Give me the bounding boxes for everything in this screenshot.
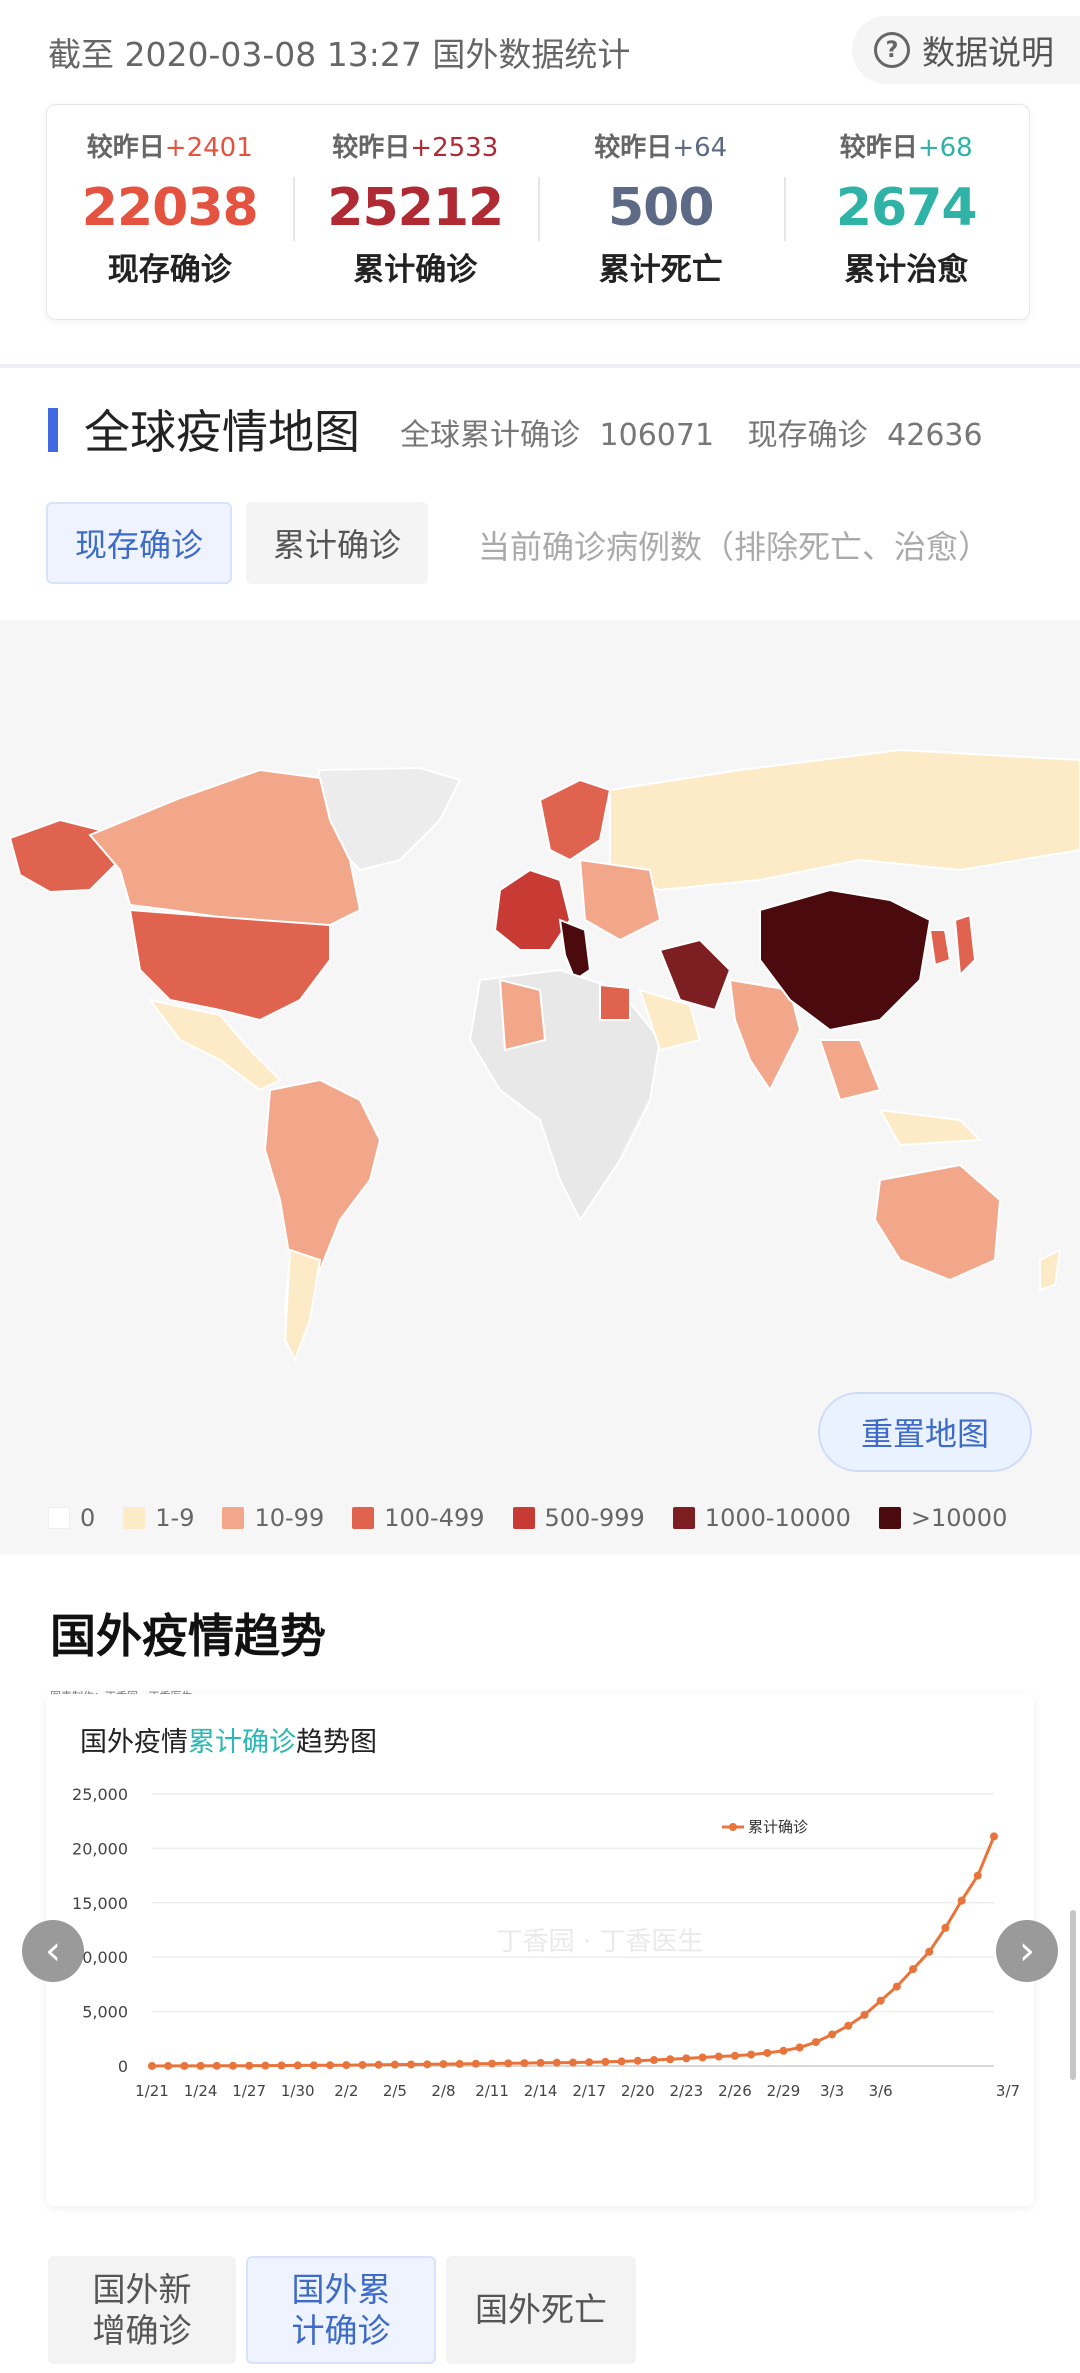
legend-label: 0: [80, 1504, 96, 1532]
data-explanation-button[interactable]: ? 数据说明: [852, 16, 1080, 84]
summary-stats-card: 较昨日+2401 22038 现存确诊 较昨日+2533 25212 累计确诊 …: [46, 104, 1030, 320]
reset-map-button[interactable]: 重置地图: [818, 1392, 1032, 1472]
tab-label: 国外累计确诊: [291, 2269, 391, 2350]
stat-label: 累计死亡: [598, 252, 723, 288]
question-icon: ?: [874, 32, 910, 68]
stat-value: 500: [607, 178, 715, 238]
map-region-africa[interactable]: [468, 968, 662, 1222]
data-explanation-label: 数据说明: [922, 33, 1054, 72]
map-region-indonesia[interactable]: [878, 1108, 983, 1147]
chart-title-highlight: 累计确诊: [188, 1727, 296, 1758]
legend-swatch: [512, 1507, 535, 1529]
section-accent-bar: [48, 408, 58, 452]
global-cumulative-label: 全球累计确诊: [400, 418, 580, 453]
legend-item[interactable]: 500-999: [512, 1504, 645, 1532]
map-region-australia[interactable]: [873, 1163, 1002, 1282]
compare-label: 较昨日: [332, 133, 411, 163]
delta-value: +2401: [164, 133, 253, 163]
compare-label: 较昨日: [86, 133, 165, 163]
stat-value: 25212: [327, 178, 504, 238]
stat-cumulative-deaths: 较昨日+64 500 累计死亡: [538, 105, 784, 319]
delta-value: +2533: [410, 133, 499, 163]
map-region-egypt[interactable]: [599, 983, 631, 1021]
legend-label: 1000-10000: [704, 1504, 851, 1532]
legend-label: 1-9: [155, 1504, 195, 1532]
legend-label: 500-999: [544, 1504, 645, 1532]
stat-value: 22038: [81, 178, 259, 238]
legend-swatch: [48, 1507, 70, 1529]
global-summary: 全球累计确诊 106071 现存确诊 42636: [400, 410, 983, 454]
legend-label: 100-499: [384, 1504, 485, 1532]
map-region-southeast-asia[interactable]: [818, 1039, 882, 1102]
section-divider: [0, 364, 1080, 368]
stat-cumulative-confirmed: 较昨日+2533 25212 累计确诊: [292, 105, 539, 319]
legend-item[interactable]: 1-9: [123, 1504, 194, 1532]
legend-swatch: [878, 1507, 901, 1529]
chart-title-prefix: 国外疫情: [80, 1727, 188, 1758]
stat-cumulative-recovered: 较昨日+68 2674 累计治愈: [783, 105, 1030, 319]
tab-cumulative-confirmed[interactable]: 累计确诊: [246, 502, 428, 584]
map-region-new-zealand[interactable]: [1039, 1248, 1062, 1292]
tab-current-confirmed[interactable]: 现存确诊: [46, 502, 232, 584]
chart-prev-button[interactable]: ‹: [22, 1920, 84, 1982]
legend-swatch: [672, 1507, 695, 1529]
global-cumulative-value: 106071: [599, 418, 715, 453]
legend-item[interactable]: 10-99: [222, 1504, 324, 1532]
map-region-canada[interactable]: [88, 768, 362, 932]
tab-description: 当前确诊病例数（排除死亡、治愈）: [478, 528, 991, 566]
legend-item[interactable]: >10000: [878, 1504, 1008, 1532]
map-region-western-europe[interactable]: [493, 868, 572, 951]
map-section-title: 全球疫情地图: [84, 405, 360, 459]
legend-swatch: [123, 1507, 146, 1529]
legend-swatch: [222, 1507, 245, 1529]
scrollbar[interactable]: [1070, 1910, 1076, 2080]
chart-next-button[interactable]: ›: [996, 1920, 1058, 1982]
legend-item[interactable]: 1000-10000: [672, 1504, 851, 1532]
compare-label: 较昨日: [839, 133, 918, 163]
stat-value: 2674: [835, 178, 978, 238]
legend-label: >10000: [910, 1504, 1008, 1532]
map-region-japan[interactable]: [953, 913, 977, 978]
compare-label: 较昨日: [594, 133, 673, 163]
stat-label: 现存确诊: [107, 252, 232, 288]
global-current-value: 42636: [887, 418, 983, 453]
tab-overseas-cumulative-confirmed[interactable]: 国外累计确诊: [246, 2256, 436, 2364]
map-region-algeria[interactable]: [498, 978, 547, 1052]
map-region-south-america[interactable]: [263, 1078, 382, 1351]
map-region-korea[interactable]: [928, 929, 952, 967]
chart-title-suffix: 趋势图: [296, 1727, 377, 1758]
legend-swatch: [352, 1507, 375, 1529]
map-region-russia[interactable]: [609, 748, 1080, 892]
stat-label: 累计确诊: [353, 252, 478, 288]
chevron-left-icon: ‹: [45, 1928, 61, 1974]
delta-value: +68: [917, 133, 973, 163]
trend-section-title: 国外疫情趋势: [50, 1609, 326, 1663]
as-of-text: 截至 2020-03-08 13:27 国外数据统计: [48, 35, 631, 74]
tab-overseas-deaths[interactable]: 国外死亡: [446, 2256, 636, 2364]
map-region-eastern-europe[interactable]: [578, 858, 662, 942]
tab-overseas-new-confirmed[interactable]: 国外新增确诊: [48, 2256, 236, 2364]
trend-chart-card: [46, 1694, 1034, 2206]
map-region-argentina[interactable]: [283, 1248, 322, 1363]
tab-label: 国外死亡: [475, 2290, 607, 2330]
page: 截至 2020-03-08 13:27 国外数据统计 ? 数据说明 较昨日+24…: [0, 0, 1080, 2373]
legend-label: 10-99: [254, 1504, 325, 1532]
map-region-scandinavia[interactable]: [538, 778, 612, 862]
top-bar: 截至 2020-03-08 13:27 国外数据统计 ? 数据说明: [0, 0, 1080, 100]
stat-current-confirmed: 较昨日+2401 22038 现存确诊: [47, 105, 293, 319]
chart-title: 国外疫情累计确诊趋势图: [80, 1720, 377, 1759]
stat-label: 累计治愈: [844, 252, 969, 288]
global-current-label: 现存确诊: [747, 418, 868, 453]
chevron-right-icon: ›: [1019, 1928, 1035, 1974]
map-legend: 0 1-9 10-99 100-499 500-999 1000-10000 >…: [48, 1504, 1007, 1532]
legend-item[interactable]: 0: [48, 1504, 95, 1532]
tab-label: 国外新增确诊: [92, 2269, 192, 2350]
legend-item[interactable]: 100-499: [352, 1504, 485, 1532]
delta-value: +64: [672, 133, 728, 163]
